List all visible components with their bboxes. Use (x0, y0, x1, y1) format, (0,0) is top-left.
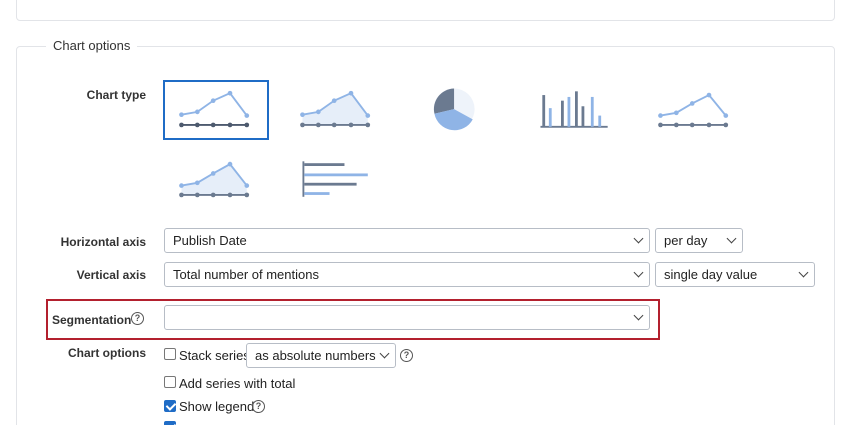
chevron-down-icon (798, 267, 809, 278)
chevron-down-icon (726, 233, 737, 244)
chart-type-spline[interactable] (642, 80, 748, 140)
horizontal-axis-label: Horizontal axis (60, 235, 146, 249)
add-total-label[interactable]: Add series with total (179, 376, 295, 391)
pie-chart-icon (433, 88, 475, 131)
stack-series-label[interactable]: Stack series (179, 348, 250, 363)
chevron-down-icon (379, 348, 390, 359)
stack-series-checkbox[interactable] (164, 348, 176, 360)
section-legend: Chart options (46, 38, 138, 53)
segmentation-label: Segmentation (52, 313, 132, 327)
horizontal-interval-value: per day (664, 233, 708, 248)
horizontal-interval-select[interactable]: per day (655, 228, 743, 253)
segmentation-select[interactable] (164, 305, 650, 330)
horizontal-bar-chart-icon (302, 161, 368, 197)
area-spline-chart-icon (179, 161, 250, 198)
help-icon[interactable]: ? (400, 349, 413, 362)
help-icon[interactable]: ? (131, 312, 144, 325)
stack-mode-select[interactable]: as absolute numbers (246, 343, 396, 368)
stack-mode-value: as absolute numbers (255, 348, 376, 363)
chart-type-line[interactable] (163, 80, 269, 140)
vertical-axis-select[interactable]: Total number of mentions (164, 262, 650, 287)
horizontal-axis-value: Publish Date (173, 233, 247, 248)
chart-type-pie[interactable] (402, 80, 508, 140)
horizontal-axis-select[interactable]: Publish Date (164, 228, 650, 253)
show-legend-checkbox[interactable] (164, 400, 176, 412)
line-chart-icon (179, 90, 250, 128)
vertical-axis-value: Total number of mentions (173, 267, 319, 282)
vertical-axis-label: Vertical axis (76, 268, 146, 282)
help-icon[interactable]: ? (252, 400, 265, 413)
area-chart-icon (300, 90, 371, 128)
vertical-mode-value: single day value (664, 267, 758, 282)
show-legend-label[interactable]: Show legend (179, 399, 254, 414)
spline-chart-icon (658, 92, 729, 128)
chart-type-bar[interactable] (522, 80, 628, 140)
chart-options-label: Chart options (68, 346, 146, 360)
chart-type-area[interactable] (284, 80, 390, 140)
chevron-down-icon (633, 233, 644, 244)
chevron-down-icon (633, 310, 644, 321)
add-total-checkbox[interactable] (164, 376, 176, 388)
chart-type-label: Chart type (86, 88, 146, 102)
previous-panel (16, 0, 835, 21)
chart-type-horizontal-bar[interactable] (284, 150, 390, 210)
bar-chart-icon (540, 91, 608, 128)
chevron-down-icon (633, 267, 644, 278)
chart-type-area-spline[interactable] (163, 150, 269, 210)
vertical-mode-select[interactable]: single day value (655, 262, 815, 287)
next-option-checkbox[interactable] (164, 421, 176, 425)
